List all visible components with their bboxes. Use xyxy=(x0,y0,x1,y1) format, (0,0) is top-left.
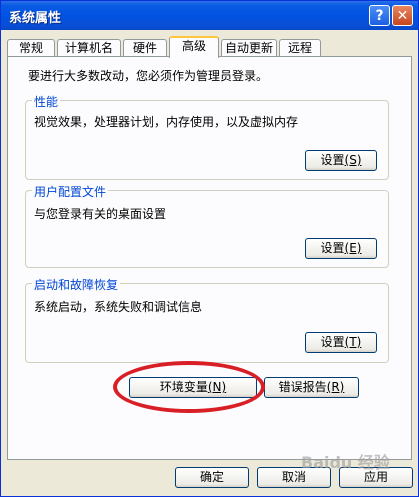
performance-settings-label: 设置 xyxy=(320,153,345,167)
tab-hardware[interactable]: 硬件 xyxy=(123,39,167,57)
startup-recovery-group-title: 启动和故障恢复 xyxy=(32,276,121,293)
tab-remote[interactable]: 远程 xyxy=(279,39,321,57)
user-profiles-settings-button[interactable]: 设置(E) xyxy=(305,238,377,259)
startup-recovery-group: 启动和故障恢复 系统启动，系统失败和调试信息 设置(T) xyxy=(25,276,389,363)
environment-variables-key: (N) xyxy=(207,380,227,394)
startup-recovery-settings-label: 设置 xyxy=(320,335,345,349)
performance-settings-key: (S) xyxy=(344,153,362,167)
user-profiles-description: 与您登录有关的桌面设置 xyxy=(34,207,167,221)
environment-variables-label: 环境变量 xyxy=(159,380,208,394)
ok-button[interactable]: 确定 xyxy=(175,467,249,488)
tab-computer-name[interactable]: 计算机名 xyxy=(57,39,121,57)
admin-notice: 要进行大多数改动，您必须作为管理员登录。 xyxy=(28,69,269,83)
tab-automatic-updates[interactable]: 自动更新 xyxy=(221,39,277,57)
user-profiles-group: 用户配置文件 与您登录有关的桌面设置 设置(E) xyxy=(25,183,389,268)
performance-group-title: 性能 xyxy=(32,93,61,110)
error-reporting-button[interactable]: 错误报告(R) xyxy=(264,377,359,398)
tab-general[interactable]: 常规 xyxy=(7,39,55,57)
environment-variables-button[interactable]: 环境变量(N) xyxy=(129,377,257,398)
close-icon: ✕ xyxy=(396,7,409,24)
user-profiles-group-title: 用户配置文件 xyxy=(32,183,109,200)
baidu-watermark: Baidu 经验 xyxy=(301,453,390,472)
close-button[interactable]: ✕ xyxy=(392,5,413,26)
startup-recovery-settings-key: (T) xyxy=(344,335,362,349)
system-properties-window: 系统属性 ? ✕ 常规 计算机名 硬件 高级 自动更新 远程 要进行大多数改动，… xyxy=(0,0,419,497)
error-reporting-key: (R) xyxy=(326,380,345,394)
error-reporting-label: 错误报告 xyxy=(278,380,327,394)
user-profiles-settings-label: 设置 xyxy=(320,241,345,255)
title-bar[interactable]: 系统属性 ? ✕ xyxy=(1,1,418,30)
startup-recovery-settings-button[interactable]: 设置(T) xyxy=(305,332,377,353)
user-profiles-settings-key: (E) xyxy=(344,241,362,255)
advanced-tab-panel: 要进行大多数改动，您必须作为管理员登录。 性能 视觉效果，处理器计划，内存使用，… xyxy=(7,56,412,460)
window-title: 系统属性 xyxy=(9,11,62,26)
performance-group: 性能 视觉效果，处理器计划，内存使用，以及虚拟内存 设置(S) xyxy=(25,93,389,180)
performance-description: 视觉效果，处理器计划，内存使用，以及虚拟内存 xyxy=(34,115,299,129)
tab-advanced[interactable]: 高级 xyxy=(169,36,219,58)
help-icon: ? xyxy=(375,7,384,24)
performance-settings-button[interactable]: 设置(S) xyxy=(305,150,377,171)
startup-recovery-description: 系统启动，系统失败和调试信息 xyxy=(34,300,203,314)
help-button[interactable]: ? xyxy=(369,5,390,26)
